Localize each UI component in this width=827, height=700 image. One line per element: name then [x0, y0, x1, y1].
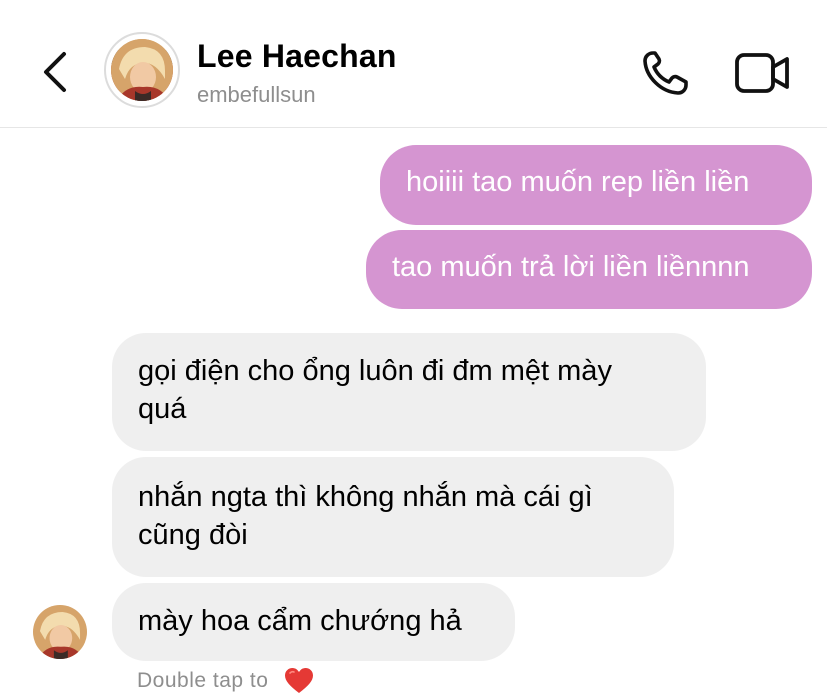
chat-header: Lee Haechan embefullsun	[0, 0, 827, 128]
double-tap-hint: Double tap to	[137, 669, 269, 692]
avatar-image	[111, 39, 173, 101]
video-call-button[interactable]	[733, 50, 793, 96]
message-line: quá	[138, 393, 187, 425]
contact-username[interactable]: embefullsun	[197, 82, 316, 108]
message-line: cũng đòi	[138, 519, 248, 551]
back-button[interactable]	[36, 48, 76, 96]
phone-icon	[643, 51, 688, 95]
message-line: gọi điện cho ổng luôn đi đm mệt mày	[138, 355, 612, 387]
heart-icon	[285, 668, 313, 693]
message-bubble-received[interactable]: gọi điện cho ổng luôn đi đm mệt mày quá	[112, 333, 706, 451]
heart-react-button[interactable]	[284, 667, 314, 695]
message-bubble-sent[interactable]: tao muốn trả lời liền liềnnnn	[366, 230, 812, 309]
back-chevron-icon	[44, 52, 66, 92]
voice-call-button[interactable]	[636, 46, 694, 100]
profile-avatar[interactable]	[104, 32, 180, 108]
message-line: nhắn ngta thì không nhắn mà cái gì	[138, 481, 593, 513]
message-bubble-received[interactable]: mày hoa cẩm chướng hả	[112, 583, 515, 661]
contact-name[interactable]: Lee Haechan	[197, 38, 397, 75]
message-bubble-received[interactable]: nhắn ngta thì không nhắn mà cái gì cũng …	[112, 457, 674, 577]
video-camera-icon	[735, 53, 789, 93]
sender-avatar[interactable]	[33, 605, 87, 659]
message-bubble-sent[interactable]: hoiiii tao muốn rep liền liền	[380, 145, 812, 225]
